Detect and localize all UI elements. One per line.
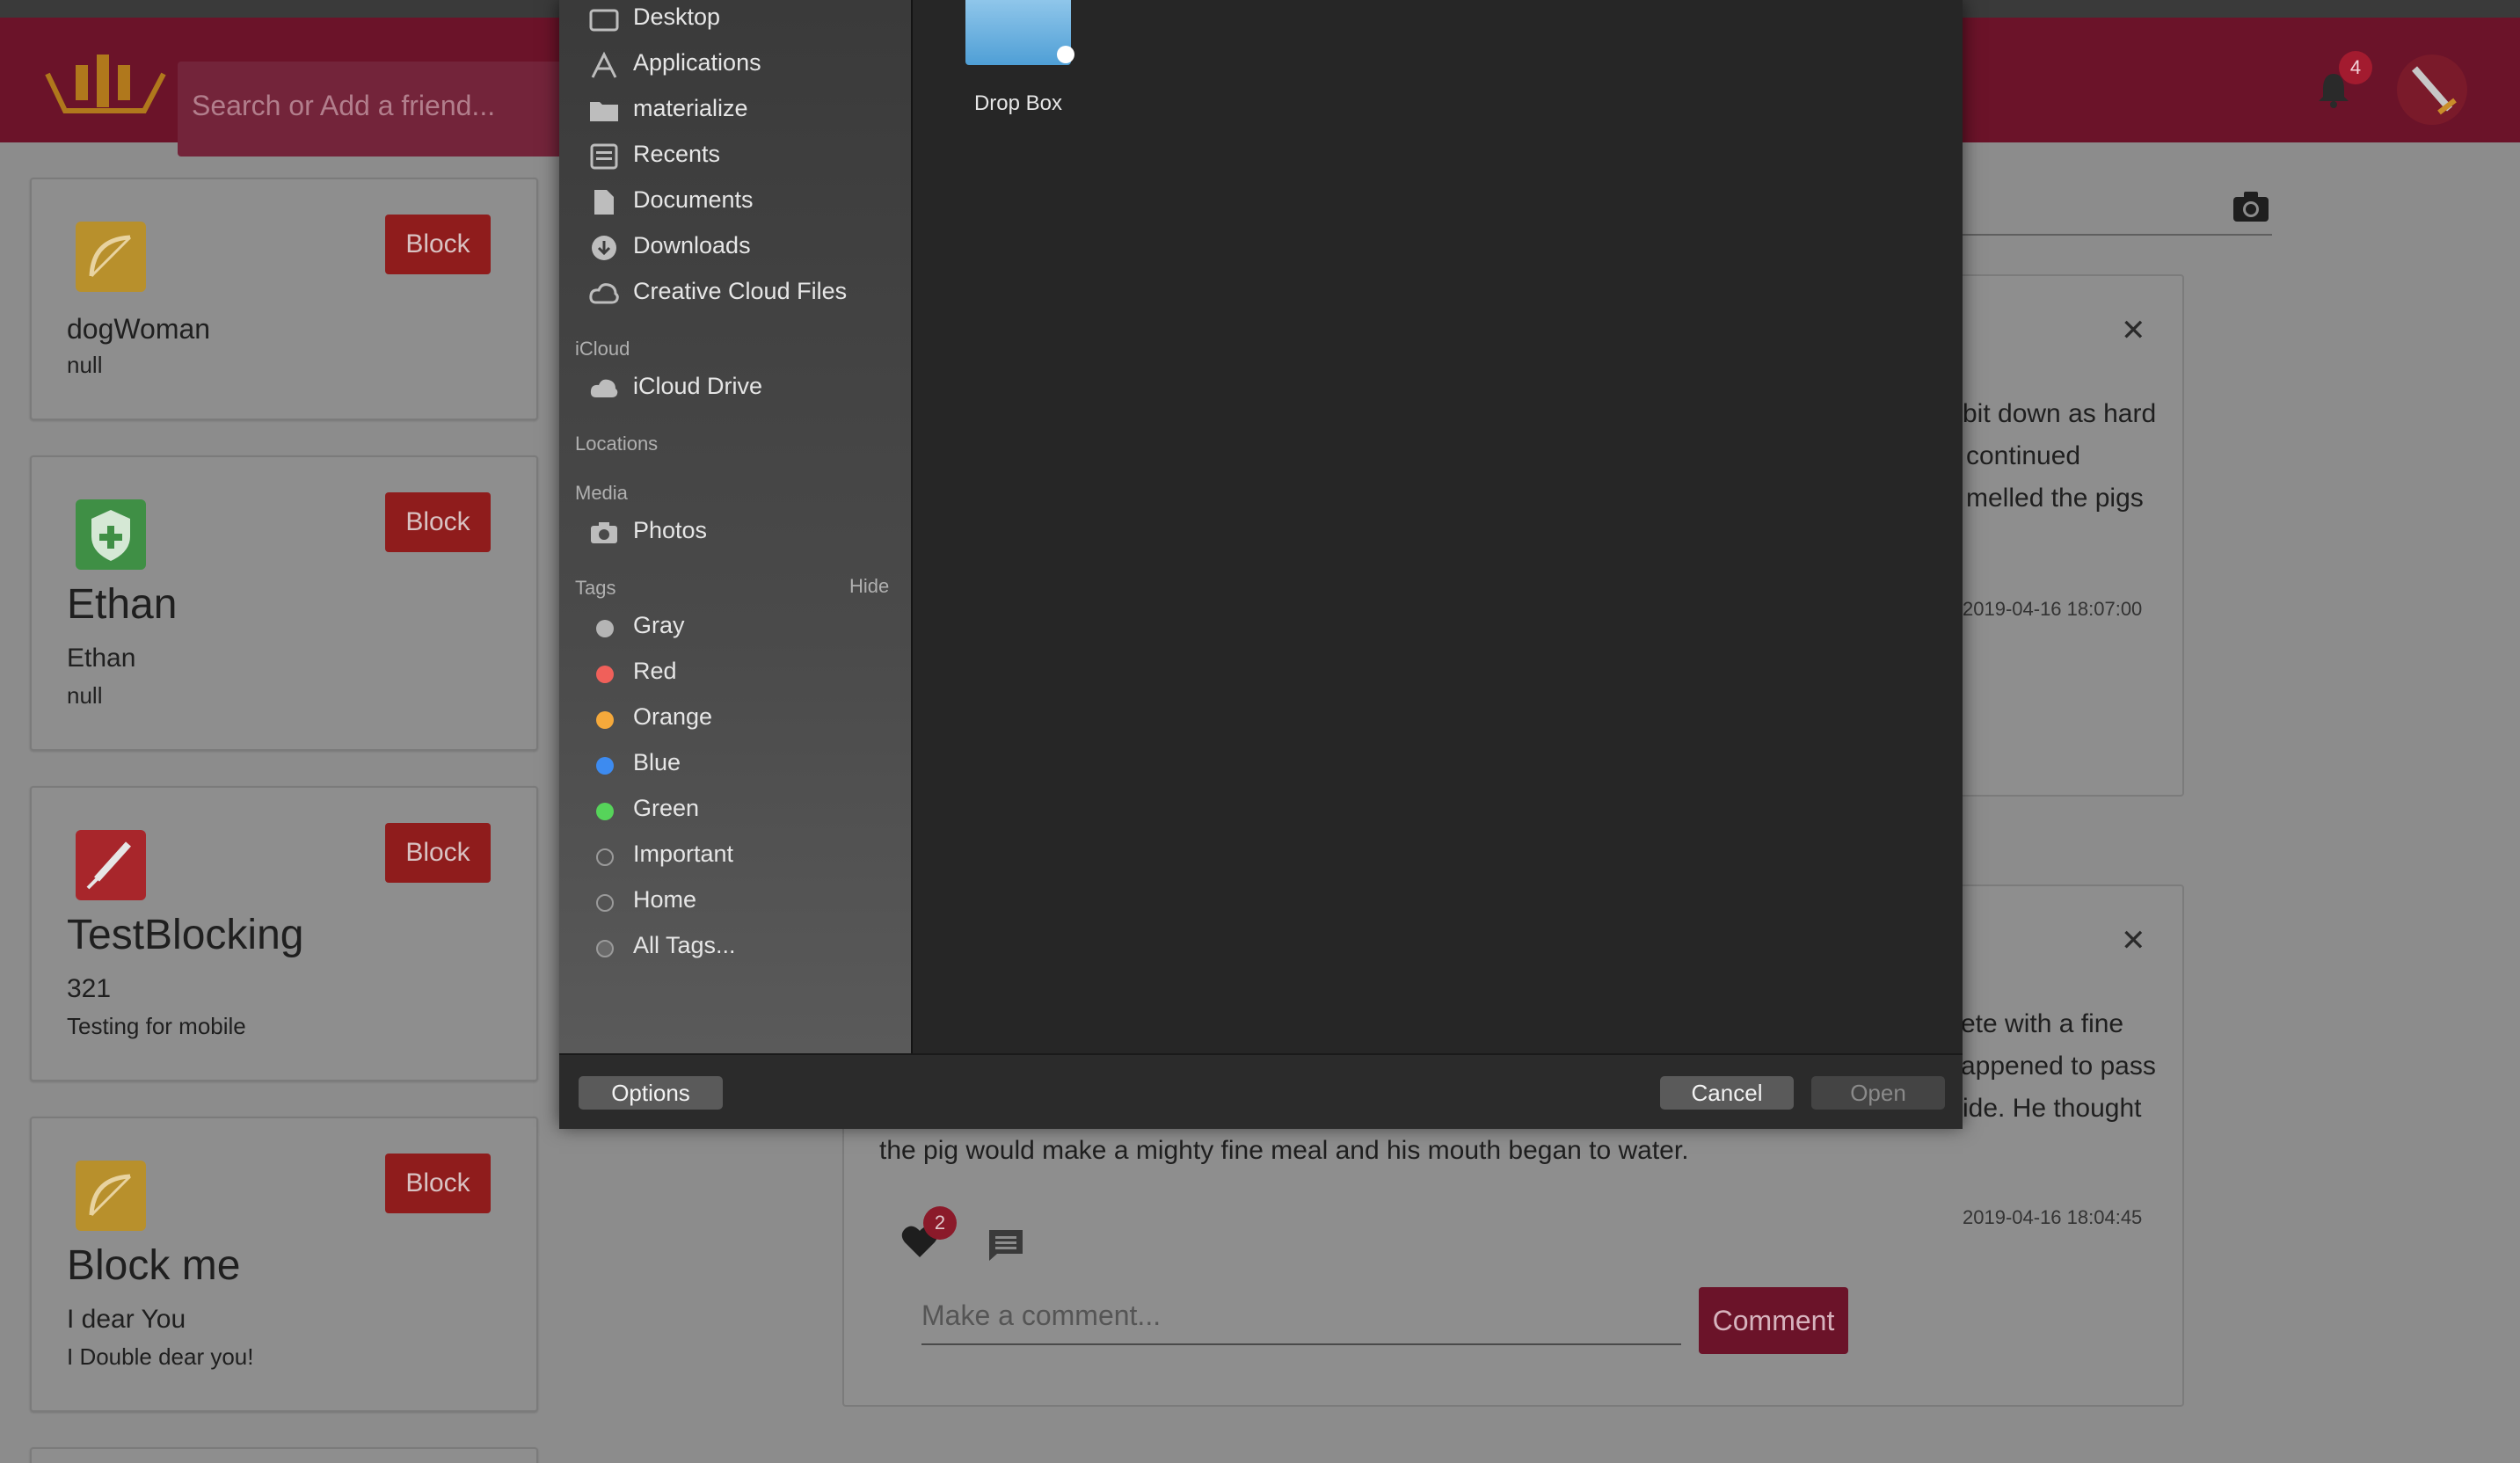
tag-gray[interactable]: Gray [559,605,911,651]
contact-bio: Testing for mobile [67,1013,246,1039]
post-text-line: the pig would make a mighty fine meal an… [879,1136,1689,1165]
bow-icon [76,222,146,292]
block-button[interactable]: Block [385,215,491,274]
download-badge-icon [1057,46,1074,63]
sidebar-item-documents[interactable]: Documents [559,179,911,225]
options-button[interactable]: Options [579,1076,723,1110]
post-date: 2019-04-16 18:07:00 [1963,598,2143,620]
contact-name: Ethan [67,581,178,628]
sidebar-item-recents[interactable]: Recents [559,134,911,179]
folder-icon [590,102,618,121]
post-text-line: continued [1966,441,2081,470]
close-icon[interactable]: ✕ [2121,923,2146,958]
contact-card: Block Block me I dear You I Double dear … [30,1117,538,1412]
cloud-icon [590,379,618,397]
tag-important[interactable]: Important [559,833,911,879]
tags-header: Tags [575,577,616,599]
contact-status: Ethan [67,644,136,673]
search-input[interactable]: Search or Add a friend... [178,62,564,156]
contact-status: null [67,352,103,378]
contact-card: Block TestBlocking 321 Testing for mobil… [30,786,538,1081]
comment-icon[interactable] [987,1227,1025,1263]
downloads-icon [592,236,616,260]
post-text-line: bit down as hard [1963,399,2157,428]
tag-blue[interactable]: Blue [559,742,911,788]
file-open-dialog: Desktop Applications materialize Recents… [559,0,1963,1129]
contact-bio: I Double dear you! [67,1343,254,1370]
tag-dot [596,757,614,775]
user-avatar[interactable] [2397,55,2467,125]
sidebar-item-desktop[interactable]: Desktop [559,0,911,42]
camera-icon[interactable] [2232,190,2270,223]
hide-tags-button[interactable]: Hide [849,575,889,598]
sidebar-item-photos[interactable]: Photos [559,510,911,556]
tag-dot [596,711,614,729]
icloud-header: iCloud [575,338,630,360]
cancel-button[interactable]: Cancel [1660,1076,1794,1110]
close-icon[interactable]: ✕ [2121,313,2146,348]
dialog-footer: Options Cancel Open [559,1053,1963,1129]
upload-underline [1963,234,2272,236]
post-text-line: melled the pigs [1966,484,2144,513]
comment-input[interactable]: Make a comment... [921,1291,1681,1345]
comment-button[interactable]: Comment [1699,1287,1848,1354]
contact-bio: null [67,682,103,709]
notification-badge: 4 [2339,51,2372,84]
sidebar-item-creative-cloud[interactable]: Creative Cloud Files [559,271,911,317]
post-text-line: ete with a fine [1961,1009,2124,1038]
documents-icon [594,190,614,215]
file-item-drop-box[interactable]: Drop Box [913,0,1124,132]
contact-status: I dear You [67,1305,186,1334]
post-date: 2019-04-16 18:04:45 [1963,1206,2143,1228]
post-text-line: ide. He thought [1963,1094,2142,1123]
block-button[interactable]: Block [385,1154,491,1213]
tag-red[interactable]: Red [559,651,911,696]
post-text-line: appened to pass [1961,1052,2156,1081]
tag-dot [596,666,614,683]
creative-cloud-icon [589,283,619,304]
tag-dot [596,620,614,637]
contact-card: Block dogWoman null [30,178,538,420]
sidebar-item-downloads[interactable]: Downloads [559,225,911,271]
tag-all-tags[interactable]: All Tags... [559,925,911,971]
contact-name: dogWoman [67,313,211,345]
likes-badge: 2 [923,1206,957,1240]
contact-card: Block Ethan Ethan null [30,455,538,751]
tag-dot [596,803,614,820]
comment-placeholder: Make a comment... [921,1299,1162,1331]
sidebar-item-materialize[interactable]: materialize [559,88,911,134]
contact-name: TestBlocking [67,912,304,958]
search-placeholder: Search or Add a friend... [192,90,496,121]
camera-icon [591,522,617,543]
block-button[interactable]: Block [385,823,491,883]
tag-dot [596,848,614,866]
tag-home[interactable]: Home [559,879,911,925]
desktop-icon [589,9,619,32]
open-button[interactable]: Open [1811,1076,1945,1110]
contact-status: 321 [67,974,112,1003]
sidebar-item-icloud-drive[interactable]: iCloud Drive [559,366,911,411]
folder-icon [965,0,1071,65]
bow-icon [76,1161,146,1231]
file-browser: Drop Box [913,0,1963,1053]
tag-dot [596,894,614,912]
sidebar-item-applications[interactable]: Applications [559,42,911,88]
media-header: Media [575,482,628,504]
contact-name: Block me [67,1242,241,1289]
tag-green[interactable]: Green [559,788,911,833]
locations-header: Locations [575,433,659,455]
guild-app: Search or Add a friend... 4 Block dogWom… [0,0,2520,1463]
block-button[interactable]: Block [385,492,491,552]
recents-icon [590,143,618,170]
tag-orange[interactable]: Orange [559,696,911,742]
sword-icon [76,830,146,900]
sword-icon [2411,66,2457,115]
shield-icon [76,499,146,570]
file-label: Drop Box [973,91,1063,115]
contact-card [30,1447,538,1463]
all-tags-icon [596,940,614,957]
applications-icon [591,51,617,78]
guild-logo[interactable] [39,35,172,120]
dialog-sidebar: Desktop Applications materialize Recents… [559,0,913,1053]
